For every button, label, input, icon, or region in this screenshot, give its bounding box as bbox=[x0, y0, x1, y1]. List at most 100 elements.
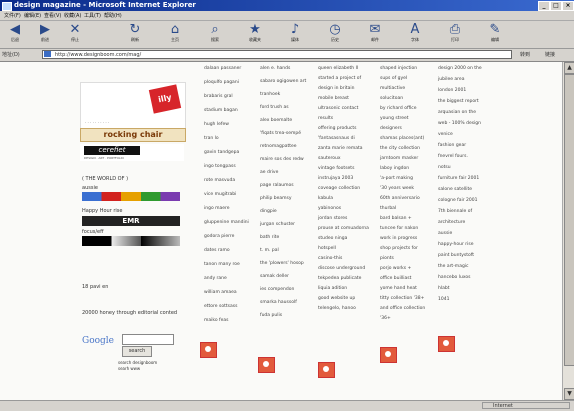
link-item[interactable]: results bbox=[318, 116, 333, 121]
emr-banner[interactable]: EMR bbox=[82, 216, 180, 226]
link-item[interactable]: vice mugitrabi bbox=[204, 192, 236, 197]
link-item[interactable]: bath rite bbox=[260, 235, 279, 240]
link-item[interactable]: porjo works + bbox=[380, 266, 411, 271]
link-item[interactable]: notsu bbox=[438, 165, 451, 170]
media-button[interactable]: ♪ 媒体 bbox=[284, 23, 306, 47]
link-item[interactable]: gluppenine mandini bbox=[204, 220, 249, 225]
link-item[interactable]: ettore sottsass bbox=[204, 304, 237, 309]
link-item[interactable]: yome hand heat bbox=[380, 286, 417, 291]
link-item[interactable]: hancebo luxos bbox=[438, 275, 470, 280]
link-item[interactable]: yabinonos bbox=[318, 206, 341, 211]
links-button[interactable]: 链接 bbox=[545, 51, 555, 58]
link-item[interactable]: started a project of bbox=[318, 76, 361, 81]
link-item[interactable]: tuncee for nakon bbox=[380, 226, 418, 231]
link-item[interactable]: the 'plowers' hosop bbox=[260, 261, 304, 266]
link-item[interactable]: and office collection bbox=[380, 306, 425, 311]
back-arrow-button[interactable]: ◀ 后退 bbox=[4, 23, 26, 47]
project-badge[interactable] bbox=[438, 336, 455, 352]
link-item[interactable]: fashion gear bbox=[438, 143, 466, 148]
illy-banner[interactable]: illy · · · · · · · · · · bbox=[80, 82, 186, 130]
rocking-chair-banner[interactable]: rocking chair bbox=[80, 128, 186, 142]
link-item[interactable]: work in progress bbox=[380, 236, 417, 241]
link-item[interactable]: coveage collection bbox=[318, 186, 360, 191]
link-item[interactable]: titty collection '38+ bbox=[380, 296, 424, 301]
link-item[interactable]: smarka haussolf bbox=[260, 300, 297, 305]
link-item[interactable]: ploqulfo pagani bbox=[204, 80, 239, 85]
link-item[interactable]: queen elizabeth II bbox=[318, 66, 358, 71]
link-item[interactable]: 1041 bbox=[438, 297, 449, 302]
link-item[interactable]: office builliast bbox=[380, 276, 411, 281]
link-item[interactable]: dates ramo bbox=[204, 248, 230, 253]
home-button[interactable]: ⌂ 主页 bbox=[164, 23, 186, 47]
link-item[interactable]: godora pierre bbox=[204, 234, 234, 239]
link-item[interactable]: alex boemalte bbox=[260, 118, 292, 123]
link-item[interactable]: the city collection bbox=[380, 146, 420, 151]
link-item[interactable]: the art-magic bbox=[438, 264, 469, 269]
vertical-scrollbar[interactable]: ▲ ▼ bbox=[562, 62, 574, 400]
scroll-thumb[interactable] bbox=[564, 74, 574, 366]
link-item[interactable]: rote masvuda bbox=[204, 178, 235, 183]
link-item[interactable]: ingo maere bbox=[204, 206, 230, 211]
link-item[interactable]: hlabt bbox=[438, 286, 449, 291]
link-item[interactable]: arquasian on the bbox=[438, 110, 476, 115]
link-item[interactable]: william amaea bbox=[204, 290, 237, 295]
close-button[interactable]: × bbox=[562, 1, 574, 11]
link-item[interactable]: furniture fair 2001 bbox=[438, 176, 479, 181]
side-link-1[interactable]: 18 pavi en bbox=[82, 284, 108, 290]
link-item[interactable]: ae drive bbox=[260, 170, 278, 175]
link-item[interactable]: fnevrel fours. bbox=[438, 154, 468, 159]
link-item[interactable]: philip beamsy bbox=[260, 196, 292, 201]
link-item[interactable]: london 2001 bbox=[438, 88, 466, 93]
link-item[interactable]: bard balsan + bbox=[380, 216, 412, 221]
link-item[interactable]: vintage footsets bbox=[318, 166, 354, 171]
link-item[interactable]: sauteroux bbox=[318, 156, 341, 161]
aussie-label[interactable]: aussie bbox=[82, 185, 98, 191]
link-item[interactable]: 'fiqats trea-sempé bbox=[260, 131, 301, 136]
link-item[interactable]: tanon many roe bbox=[204, 262, 240, 267]
link-item[interactable]: fuda pulis bbox=[260, 313, 282, 318]
menu-file[interactable]: 文件(F) bbox=[4, 12, 21, 19]
link-item[interactable]: maire sos des redw bbox=[260, 157, 304, 162]
side-link-2[interactable]: 20000 honey through editorial conted bbox=[82, 310, 177, 316]
menu-edit[interactable]: 编辑(E) bbox=[24, 12, 41, 19]
link-item[interactable]: gavin tandgepa bbox=[204, 150, 239, 155]
happy-hour-label[interactable]: Happy Hour rise bbox=[82, 208, 122, 214]
menu-view[interactable]: 查看(V) bbox=[44, 12, 61, 19]
link-item[interactable]: telengelo, hanoo bbox=[318, 306, 356, 311]
scroll-up-button[interactable]: ▲ bbox=[564, 62, 574, 74]
link-item[interactable]: stadium bagan bbox=[204, 108, 238, 113]
link-item[interactable]: pionts bbox=[380, 256, 394, 261]
project-badge[interactable] bbox=[380, 347, 397, 363]
menu-favorites[interactable]: 收藏(A) bbox=[64, 12, 81, 19]
search-input[interactable] bbox=[122, 334, 174, 345]
link-item[interactable]: laboy ingdon bbox=[380, 166, 409, 171]
project-badge[interactable] bbox=[200, 342, 217, 358]
maximize-button[interactable]: □ bbox=[550, 1, 562, 11]
link-item[interactable]: venice bbox=[438, 132, 453, 137]
refresh-button[interactable]: ↻ 刷新 bbox=[124, 23, 146, 47]
link-item[interactable]: tekpedea publicate bbox=[318, 276, 361, 281]
link-item[interactable]: ies compendon bbox=[260, 287, 294, 292]
eyes-banner[interactable] bbox=[82, 236, 180, 246]
link-item[interactable]: jordan stores bbox=[318, 216, 347, 221]
link-item[interactable]: t. m. pal bbox=[260, 248, 279, 253]
link-item[interactable]: paint buntystoft bbox=[438, 253, 474, 258]
link-item[interactable]: web - 100% design bbox=[438, 121, 481, 126]
link-item[interactable]: kabula bbox=[318, 196, 333, 201]
link-item[interactable]: maiko feas bbox=[204, 318, 228, 323]
link-item[interactable]: instrujaya 2003 bbox=[318, 176, 353, 181]
link-item[interactable]: designers bbox=[380, 126, 402, 131]
cerefiet-banner[interactable]: cerefiet DESIGN · ART · PORTFOLIO bbox=[80, 144, 184, 161]
link-item[interactable]: sups of gyel bbox=[380, 76, 407, 81]
link-item[interactable]: '30 years week bbox=[380, 186, 414, 191]
link-item[interactable]: hotspell bbox=[318, 246, 336, 251]
search-button[interactable]: ⌕ 搜索 bbox=[204, 23, 226, 47]
focus-label[interactable]: focus/eff bbox=[82, 229, 104, 235]
radio-search-www[interactable]: searh www bbox=[118, 366, 140, 371]
link-item[interactable]: casino-this bbox=[318, 256, 342, 261]
mail-button[interactable]: ✉ 邮件 bbox=[364, 23, 386, 47]
link-item[interactable]: dalaan passaner bbox=[204, 66, 241, 71]
link-item[interactable]: design in britain bbox=[318, 86, 354, 91]
edit-button[interactable]: ✎ 编辑 bbox=[484, 23, 506, 47]
history-button[interactable]: ◷ 历史 bbox=[324, 23, 346, 47]
